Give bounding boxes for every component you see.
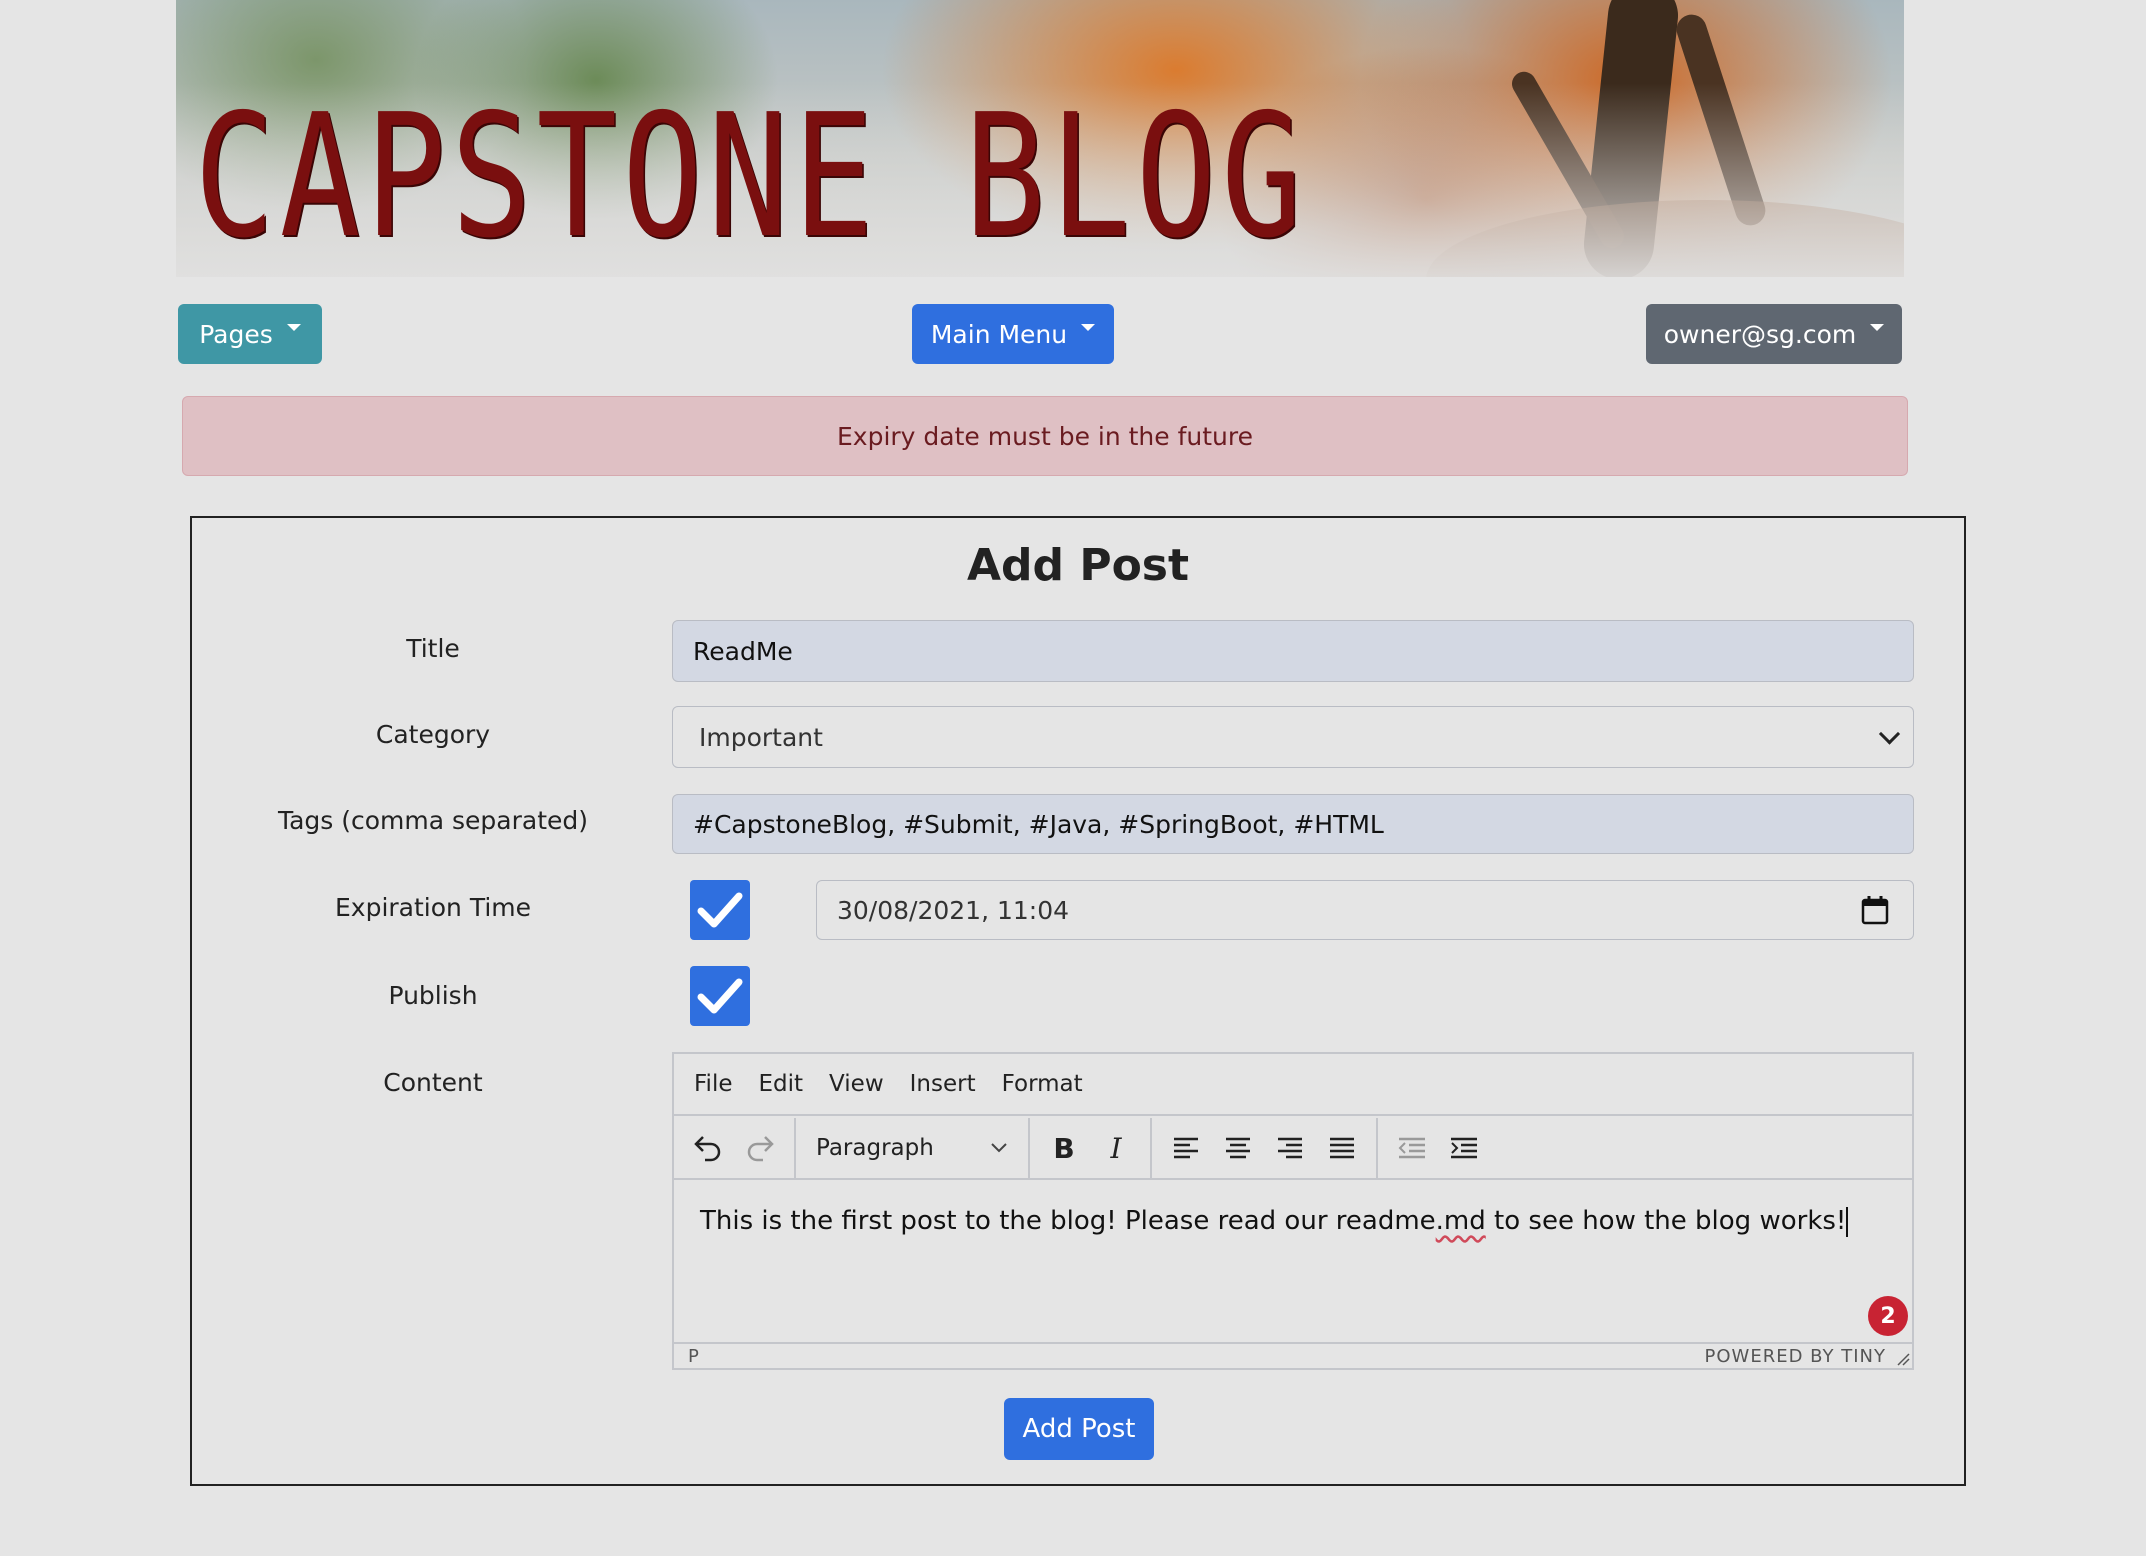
block-format-value: Paragraph <box>816 1135 934 1161</box>
add-post-button[interactable]: Add Post <box>1004 1398 1154 1460</box>
editor-text: This is the first post to the blog! Plea… <box>700 1206 1436 1236</box>
chevron-down-icon <box>991 1143 1007 1153</box>
content-label: Content <box>383 1068 483 1097</box>
expiration-label: Expiration Time <box>334 893 532 922</box>
spellcheck-word: .md <box>1435 1206 1486 1236</box>
expiration-checkbox[interactable] <box>690 880 750 940</box>
editor-text-end: to see how the blog works! <box>1485 1206 1847 1236</box>
align-center-icon[interactable] <box>1212 1124 1264 1172</box>
editor-menubar: File Edit View Insert Format <box>674 1054 1912 1116</box>
title-label: Title <box>406 634 460 663</box>
element-path[interactable]: P <box>688 1346 699 1367</box>
rich-text-editor: File Edit View Insert Format Paragraph B <box>672 1052 1914 1370</box>
banner-title: CAPSTONE BLOG <box>194 78 1307 276</box>
bold-icon[interactable]: B <box>1038 1124 1090 1172</box>
editor-statusbar: P POWERED BY TINY <box>674 1342 1912 1368</box>
align-left-icon[interactable] <box>1160 1124 1212 1172</box>
undo-icon[interactable] <box>682 1124 734 1172</box>
check-icon <box>697 978 743 1014</box>
powered-by-link[interactable]: POWERED BY TINY <box>1705 1346 1887 1367</box>
check-icon <box>697 892 743 928</box>
main-menu-dropdown-button[interactable]: Main Menu <box>912 304 1114 364</box>
user-dropdown-button[interactable]: owner@sg.com <box>1646 304 1902 364</box>
chevron-down-icon <box>1878 723 1901 745</box>
category-value: Important <box>699 722 823 752</box>
title-input[interactable]: ReadMe <box>672 620 1914 682</box>
error-alert: Expiry date must be in the future <box>182 396 1908 476</box>
caret-down-icon <box>1081 323 1096 331</box>
align-justify-icon[interactable] <box>1316 1124 1368 1172</box>
category-select[interactable]: Important <box>672 706 1914 768</box>
menu-view[interactable]: View <box>829 1071 884 1097</box>
caret-down-icon <box>286 323 301 331</box>
redo-icon[interactable] <box>734 1124 786 1172</box>
menu-format[interactable]: Format <box>1002 1071 1083 1097</box>
block-format-select[interactable]: Paragraph <box>804 1135 1020 1161</box>
expiration-value: 30/08/2021, 11:04 <box>837 895 1070 925</box>
blog-banner: CAPSTONE BLOG <box>176 0 1904 277</box>
indent-icon[interactable] <box>1438 1124 1490 1172</box>
main-menu-label: Main Menu <box>930 319 1068 349</box>
caret-down-icon <box>1870 323 1885 331</box>
form-heading: Add Post <box>966 540 1190 591</box>
align-right-icon[interactable] <box>1264 1124 1316 1172</box>
notification-badge[interactable]: 2 <box>1868 1296 1908 1336</box>
category-label: Category <box>375 720 491 749</box>
calendar-icon[interactable] <box>1861 895 1889 931</box>
editor-content-area[interactable]: This is the first post to the blog! Plea… <box>700 1206 1892 1237</box>
alert-message: Expiry date must be in the future <box>836 421 1254 451</box>
pages-label: Pages <box>199 319 273 349</box>
publish-checkbox[interactable] <box>690 966 750 1026</box>
expiration-datetime-input[interactable]: 30/08/2021, 11:04 <box>816 880 1914 940</box>
pages-dropdown-button[interactable]: Pages <box>178 304 322 364</box>
menu-edit[interactable]: Edit <box>759 1071 804 1097</box>
user-label: owner@sg.com <box>1663 319 1857 349</box>
resize-handle-icon[interactable] <box>1896 1352 1910 1366</box>
editor-toolbar: Paragraph B I <box>674 1118 1912 1180</box>
tags-label: Tags (comma separated) <box>277 806 589 835</box>
tags-value: #CapstoneBlog, #Submit, #Java, #SpringBo… <box>693 809 1384 839</box>
menu-file[interactable]: File <box>694 1071 733 1097</box>
italic-icon[interactable]: I <box>1090 1124 1142 1172</box>
menu-insert[interactable]: Insert <box>910 1071 976 1097</box>
outdent-icon[interactable] <box>1386 1124 1438 1172</box>
title-value: ReadMe <box>693 636 793 666</box>
publish-label: Publish <box>388 981 478 1010</box>
tags-input[interactable]: #CapstoneBlog, #Submit, #Java, #SpringBo… <box>672 794 1914 854</box>
text-cursor <box>1846 1206 1849 1237</box>
